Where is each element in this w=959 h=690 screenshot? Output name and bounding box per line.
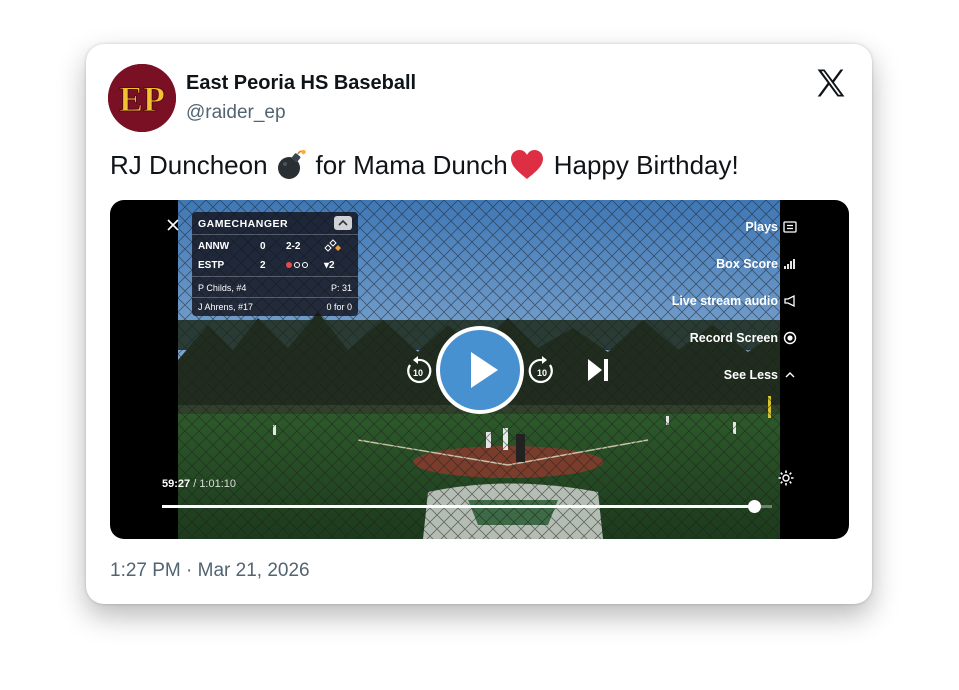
inning: ▾2 (324, 259, 335, 271)
scoreboard-team-row: ANNW 0 2-2 (198, 237, 352, 255)
pitcher-stat: P: 31 (330, 283, 352, 293)
display-name[interactable]: East Peoria HS Baseball (186, 72, 416, 95)
chevron-up-icon[interactable] (334, 216, 352, 230)
tweet-card: EP East Peoria HS Baseball @raider_ep RJ… (86, 44, 872, 604)
tweet-text-part: Happy Birthday! (553, 149, 739, 180)
menu-record-screen[interactable]: Record Screen (690, 331, 797, 345)
batter-row: J Ahrens, #17 0 for 0 (198, 298, 352, 316)
scoreboard-title: GAMECHANGER (198, 218, 289, 230)
play-button[interactable] (434, 324, 526, 416)
next-icon[interactable] (584, 356, 612, 384)
video-player[interactable]: GAMECHANGER ANNW 0 2-2 ESTP 2 ▾2 P Child… (110, 200, 849, 539)
batter-name: J Ahrens, #17 (198, 302, 254, 312)
list-icon (783, 221, 797, 233)
forward-label: 10 (537, 368, 547, 378)
menu-label: See Less (723, 368, 778, 382)
chevron-up-icon (785, 372, 795, 378)
count: 2-2 (286, 240, 301, 252)
record-icon (783, 331, 797, 345)
tweet-text-part: for Mama Dunch (315, 149, 508, 180)
red-heart-emoji-icon (510, 150, 543, 179)
rewind-10-icon[interactable]: 10 (402, 355, 434, 387)
menu-box-score[interactable]: Box Score (716, 257, 797, 271)
bomb-emoji-icon (277, 149, 306, 179)
scoreboard-team-row: ESTP 2 ▾2 (198, 256, 352, 274)
megaphone-icon (784, 294, 795, 308)
menu-label: Record Screen (689, 331, 778, 345)
svg-text:EP: EP (119, 79, 165, 119)
tweet-text: RJ Duncheon for Mama Dunch Happy Birthda… (110, 149, 739, 181)
menu-plays[interactable]: Plays (745, 220, 797, 234)
progress-fill (162, 505, 755, 508)
time-total: / 1:01:10 (193, 478, 237, 490)
menu-label: Plays (745, 220, 778, 234)
team-name: ESTP (198, 259, 225, 271)
team-name: ANNW (198, 240, 230, 252)
time-current: 59:27 (162, 478, 191, 490)
team-score: 2 (260, 259, 266, 271)
scoreboard: GAMECHANGER ANNW 0 2-2 ESTP 2 ▾2 P Child… (192, 212, 358, 316)
ep-logo: EP (108, 64, 176, 132)
avatar[interactable]: EP (108, 64, 176, 132)
forward-10-icon[interactable]: 10 (526, 355, 558, 387)
menu-label: Box Score (716, 257, 778, 271)
close-icon[interactable] (166, 218, 180, 232)
rewind-label: 10 (413, 368, 423, 378)
batter-stat: 0 for 0 (326, 302, 352, 312)
time-display: 59:27 / 1:01:10 (162, 478, 236, 490)
menu-see-less[interactable]: See Less (724, 368, 797, 382)
pitcher-row: P Childs, #4 P: 31 (198, 279, 352, 297)
x-logo-icon[interactable] (814, 66, 848, 100)
outs-indicator (286, 262, 324, 268)
bases-icon (324, 239, 341, 252)
tweet-text-part: RJ Duncheon (110, 149, 268, 180)
handle[interactable]: @raider_ep (186, 102, 286, 124)
bar-chart-icon (784, 259, 795, 269)
menu-live-audio[interactable]: Live stream audio (672, 294, 797, 308)
timestamp[interactable]: 1:27 PM · Mar 21, 2026 (110, 560, 310, 582)
pitcher-name: P Childs, #4 (198, 283, 247, 293)
gear-icon[interactable] (777, 469, 795, 487)
menu-label: Live stream audio (671, 294, 778, 308)
progress-bar[interactable] (162, 500, 772, 513)
team-score: 0 (260, 240, 266, 252)
